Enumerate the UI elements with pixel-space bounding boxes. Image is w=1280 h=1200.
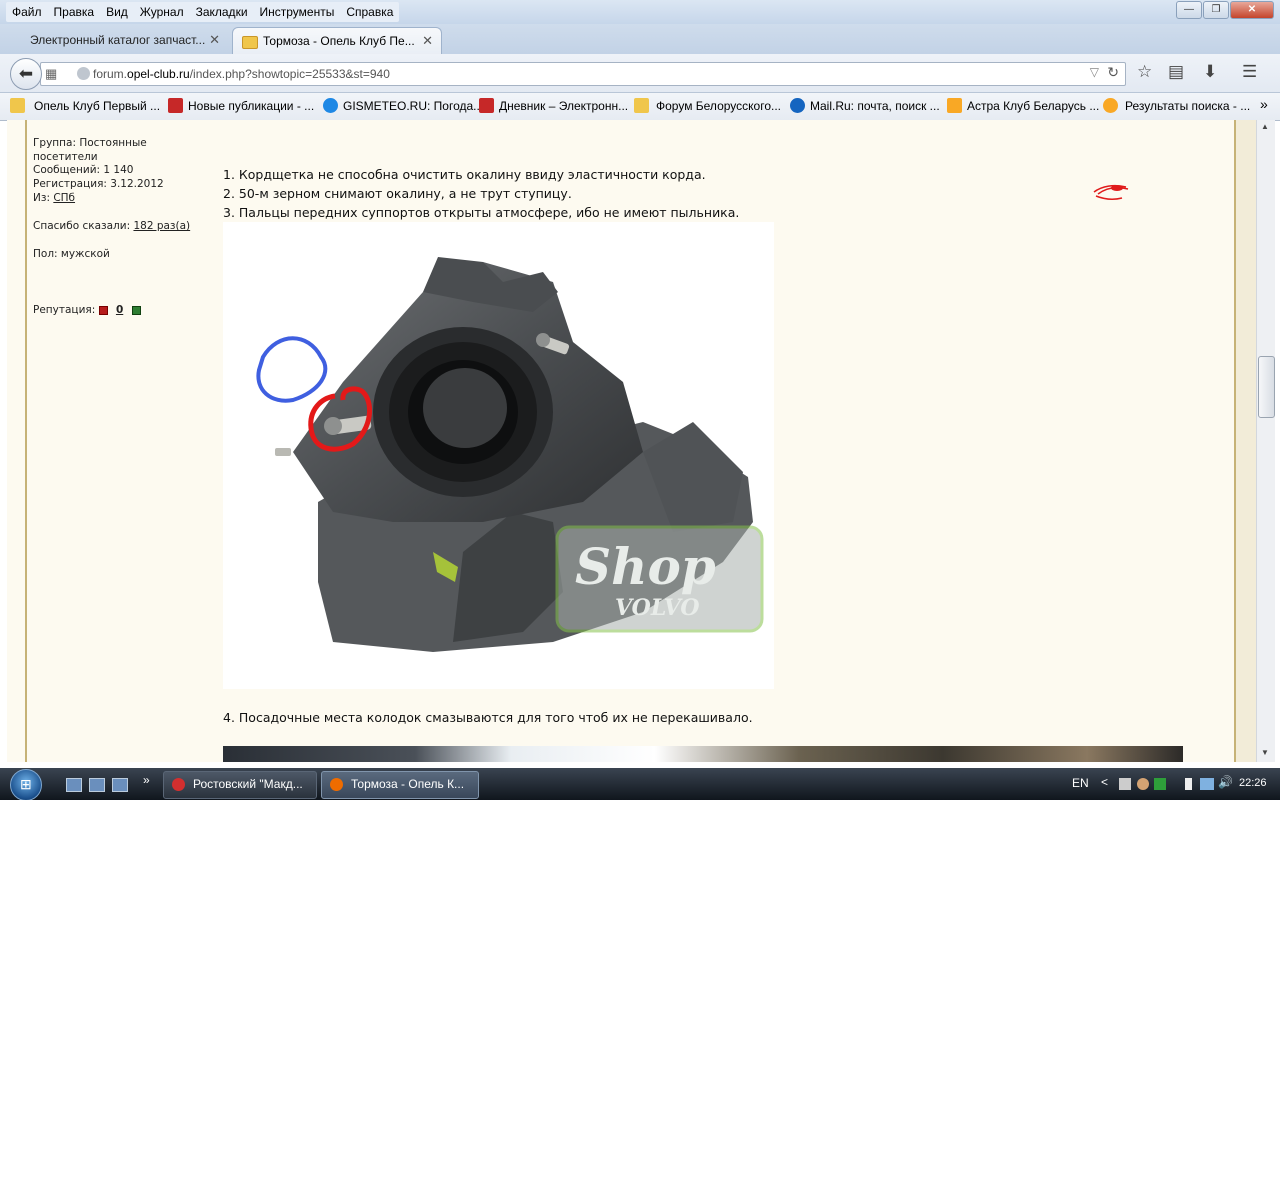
folder-icon [10, 98, 25, 113]
page-right-margin [1236, 120, 1256, 762]
url-bar[interactable]: ▦ forum.opel-club.ru/index.php?showtopic… [40, 62, 1126, 86]
page-border-left [25, 120, 27, 762]
desktop-screen: Файл Правка Вид Журнал Закладки Инструме… [0, 0, 1280, 800]
tray-expand-chevron[interactable]: < [1101, 775, 1108, 789]
menu-file[interactable]: Файл [6, 2, 48, 22]
tab-title: Электронный каталог запчаст... [30, 33, 206, 47]
bookmarks-toolbar: Опель Клуб Первый ... Новые публикации -… [0, 93, 1280, 121]
taskbar-opera-window[interactable]: Ростовский "Макд... [163, 771, 317, 799]
taskbar-clock[interactable]: 22:26 [1239, 777, 1267, 789]
profile-group: Группа: Постоянные посетители [33, 137, 147, 163]
language-indicator[interactable]: EN [1072, 776, 1089, 790]
url-text: forum.opel-club.ru/index.php?showtopic=2… [93, 67, 390, 81]
bookmark-gismeteo[interactable]: GISMETEO.RU: Погода... [343, 99, 483, 113]
tab-close-icon[interactable]: ✕ [209, 27, 220, 53]
mailru-icon [790, 98, 805, 113]
red-scribble-mark [1093, 184, 1129, 201]
url-history-dropdown-icon[interactable]: ▽ [1090, 65, 1099, 79]
tab-title: Тормоза - Опель Клуб Пе... [263, 34, 415, 48]
reload-icon[interactable]: ↻ [1107, 64, 1119, 81]
forum-page: Группа: Постоянные посетители Сообщений:… [7, 120, 1256, 762]
bookmark-search-results[interactable]: Результаты поиска - ... [1125, 99, 1250, 113]
menu-view[interactable]: Вид [100, 2, 134, 22]
profile-gender: Пол: мужской [33, 248, 110, 260]
brake-caliper-image: Shop VOLVO [223, 222, 774, 689]
bookmark-dnevnik[interactable]: Дневник – Электронн... [499, 99, 628, 113]
menu-history[interactable]: Журнал [134, 2, 190, 22]
tray-display-icon[interactable] [1200, 778, 1214, 790]
post-line-3: 3. Пальцы передних суппортов открыты атм… [223, 205, 740, 220]
taskbar-firefox-window[interactable]: Тормоза - Опель К... [321, 771, 479, 799]
close-window-button[interactable]: ✕ [1230, 1, 1274, 19]
reputation-minus-icon[interactable] [98, 305, 108, 315]
library-icon[interactable]: ▦ [45, 66, 57, 82]
reading-list-icon[interactable]: ▤ [1168, 62, 1184, 82]
opera-icon [172, 778, 185, 791]
tab-bar: Электронный каталог запчаст... ✕ Тормоза… [0, 24, 1280, 70]
tray-volume-icon[interactable]: 🔊 [1218, 775, 1233, 789]
thanks-count-link[interactable]: 182 раз(а) [133, 220, 190, 232]
gismeteo-icon [323, 98, 338, 113]
site-identity-icon[interactable] [77, 67, 90, 80]
second-photo-partial [223, 746, 1183, 762]
scroll-thumb[interactable] [1258, 356, 1275, 418]
maximize-button[interactable]: ❐ [1203, 1, 1229, 19]
bookmark-belarus-forum[interactable]: Форум Белорусского... [656, 99, 781, 113]
menu-help[interactable]: Справка [340, 2, 399, 22]
post-line-4: 4. Посадочные места колодок смазываются … [223, 710, 753, 725]
back-button[interactable]: ⬅ [10, 58, 42, 90]
quicklaunch-overflow-button[interactable]: » [143, 773, 150, 787]
profile-registration-date: Регистрация: 3.12.2012 [33, 178, 164, 190]
quicklaunch-switch-windows-icon[interactable] [89, 778, 105, 792]
post-line-2: 2. 50-м зерном снимают окалину, а не тру… [223, 186, 572, 201]
bookmark-opel-club[interactable]: Опель Клуб Первый ... [34, 99, 160, 113]
forum-favicon-icon [242, 36, 258, 49]
tray-battery-icon[interactable] [1185, 778, 1192, 790]
post-line-1: 1. Кордщетка не способна очистить окалин… [223, 167, 706, 182]
tab-close-icon[interactable]: ✕ [422, 28, 433, 54]
tray-network-icon[interactable] [1119, 778, 1131, 790]
firefox-icon [330, 778, 343, 791]
bookmark-mailru[interactable]: Mail.Ru: почта, поиск ... [810, 99, 940, 113]
menu-tools[interactable]: Инструменты [254, 2, 341, 22]
profile-location: Из: СПб [33, 192, 76, 204]
bookmark-astra-club[interactable]: Астра Клуб Беларусь ... [967, 99, 1099, 113]
tab-brakes-forum[interactable]: Тормоза - Опель Клуб Пе... ✕ [232, 27, 442, 55]
menu-bar: Файл Правка Вид Журнал Закладки Инструме… [6, 2, 400, 22]
menu-bookmarks[interactable]: Закладки [190, 2, 254, 22]
profile-thanks: Спасибо сказали: 182 раз(а) [33, 220, 191, 232]
quicklaunch-calendar-icon[interactable] [66, 778, 82, 792]
menu-edit[interactable]: Правка [48, 2, 101, 22]
astra-icon [947, 98, 962, 113]
opel-icon [1103, 98, 1118, 113]
reputation-value[interactable]: 0 [116, 304, 123, 316]
scroll-down-arrow-icon[interactable]: ▼ [1261, 748, 1269, 757]
scroll-up-arrow-icon[interactable]: ▲ [1261, 122, 1269, 131]
onliner-icon [168, 98, 183, 113]
bookmarks-overflow-button[interactable]: » [1260, 96, 1268, 112]
bookmark-new-publications[interactable]: Новые публикации - ... [188, 99, 314, 113]
caliper-drawing: Shop VOLVO [256, 257, 764, 652]
profile-reputation: Репутация: 0 [33, 304, 141, 316]
window-titlebar: Файл Правка Вид Журнал Закладки Инструме… [0, 0, 1280, 24]
tray-security-icon[interactable] [1154, 778, 1166, 790]
watermark-shop-text: Shop [575, 537, 716, 596]
minimize-button[interactable]: — [1176, 1, 1202, 19]
forum-icon [634, 98, 649, 113]
start-button[interactable]: ⊞ [10, 769, 42, 800]
download-icon[interactable]: ⬇ [1203, 62, 1217, 82]
menu-hamburger-icon[interactable]: ☰ [1242, 62, 1257, 82]
page-scrollbar[interactable]: ▲ ▼ [1256, 120, 1275, 762]
reputation-plus-icon[interactable] [131, 305, 141, 315]
navigation-bar: ▦ forum.opel-club.ru/index.php?showtopic… [0, 54, 1280, 93]
dnevnik-icon [479, 98, 494, 113]
profile-location-link[interactable]: СПб [53, 192, 75, 204]
windows-taskbar: ⊞ » Ростовский "Макд... Тормоза - Опель … [0, 768, 1280, 800]
tray-app-icon[interactable] [1137, 778, 1149, 790]
tab-parts-catalog[interactable]: Электронный каталог запчаст... ✕ [10, 27, 228, 54]
profile-posts-count: Сообщений: 1 140 [33, 164, 134, 176]
quicklaunch-show-desktop-icon[interactable] [112, 778, 128, 792]
bookmark-star-icon[interactable]: ☆ [1137, 62, 1152, 82]
watermark-volvo-text: VOLVO [615, 595, 700, 621]
